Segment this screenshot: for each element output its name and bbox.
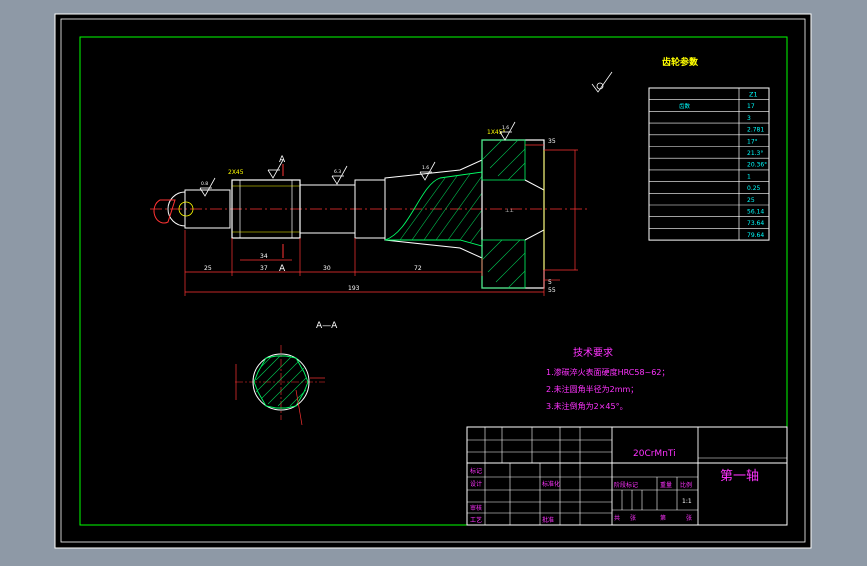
tb-sheets-2: 张 [686, 514, 692, 522]
param-value: 25 [747, 197, 755, 204]
dim-30: 30 [323, 265, 331, 272]
tb-scale: 1:1 [682, 498, 692, 505]
dim-37: 37 [260, 265, 268, 272]
dim-34: 34 [260, 253, 268, 260]
section-marker-bottom: A [279, 264, 286, 274]
param-value: 17 [747, 103, 755, 110]
tech-title: 技术要求 [573, 346, 613, 359]
param-value: 21.3° [747, 150, 763, 157]
tech-line-1: 1.渗碳淬火表面硬度HRC58~62； [546, 367, 669, 377]
ra-middle: 6.3 [334, 169, 341, 175]
param-value: 17° [747, 138, 758, 145]
tech-line-3: 3.未注倒角为2×45°。 [546, 401, 628, 411]
ra-gear: 1.6 [502, 125, 509, 131]
ra-left: 0.8 [201, 181, 208, 187]
param-value: 73.64 [747, 220, 764, 227]
param-value: 2.781 [747, 127, 764, 134]
tb-stage-label: 阶段标记 [614, 481, 638, 489]
dim-55: 55 [548, 287, 556, 294]
param-value: 79.64 [747, 232, 764, 239]
cad-viewport: ⊥⊥ 25 37 34 30 72 193 35 5 55 1X45° 2X45 [0, 0, 867, 562]
tb-weight-label: 重量 [660, 481, 672, 489]
dim-193: 193 [348, 285, 360, 292]
dim-chamfer-left: 2X45 [228, 169, 244, 176]
svg-text:⊥⊥: ⊥⊥ [505, 208, 514, 214]
param-value: 1 [747, 173, 751, 180]
dim-72: 72 [414, 265, 422, 272]
dim-35: 35 [548, 138, 556, 145]
tb-sheet-total: 共 [614, 514, 620, 522]
param-table-sub: 表 [690, 59, 696, 67]
tb-part-name: 第一轴 [720, 469, 759, 484]
tech-line-2: 2.未注圆角半径为2mm； [546, 384, 638, 394]
tb-sheet-no: 第 [660, 514, 666, 522]
tb-ratio-label: 比例 [680, 481, 692, 489]
tb-material: 20CrMnTi [633, 449, 676, 459]
tb-review-label: 审核 [470, 504, 482, 512]
param-value: 3 [747, 115, 751, 122]
dim-5: 5 [548, 279, 552, 286]
param-value: 0.25 [747, 185, 761, 192]
param-header: Z1 [749, 91, 758, 99]
tb-sheets-1: 张 [630, 514, 636, 522]
tb-approve-label: 批准 [542, 516, 554, 524]
section-label: A—A [316, 321, 338, 331]
param-label: 齿数 [679, 102, 691, 110]
section-marker-top: A [279, 155, 286, 165]
tb-standard-label: 标准化 [542, 480, 560, 488]
tb-process-label: 工艺 [470, 516, 482, 524]
param-value: 56.14 [747, 209, 764, 216]
drawing-canvas: ⊥⊥ 25 37 34 30 72 193 35 5 55 1X45° 2X45 [54, 13, 812, 549]
param-value: 20.36° [747, 162, 767, 169]
tb-design-label: 设计 [470, 480, 482, 488]
dim-25: 25 [204, 265, 212, 272]
ra-cone: 1.6 [422, 165, 429, 171]
tb-mark-label: 标记 [470, 467, 482, 475]
